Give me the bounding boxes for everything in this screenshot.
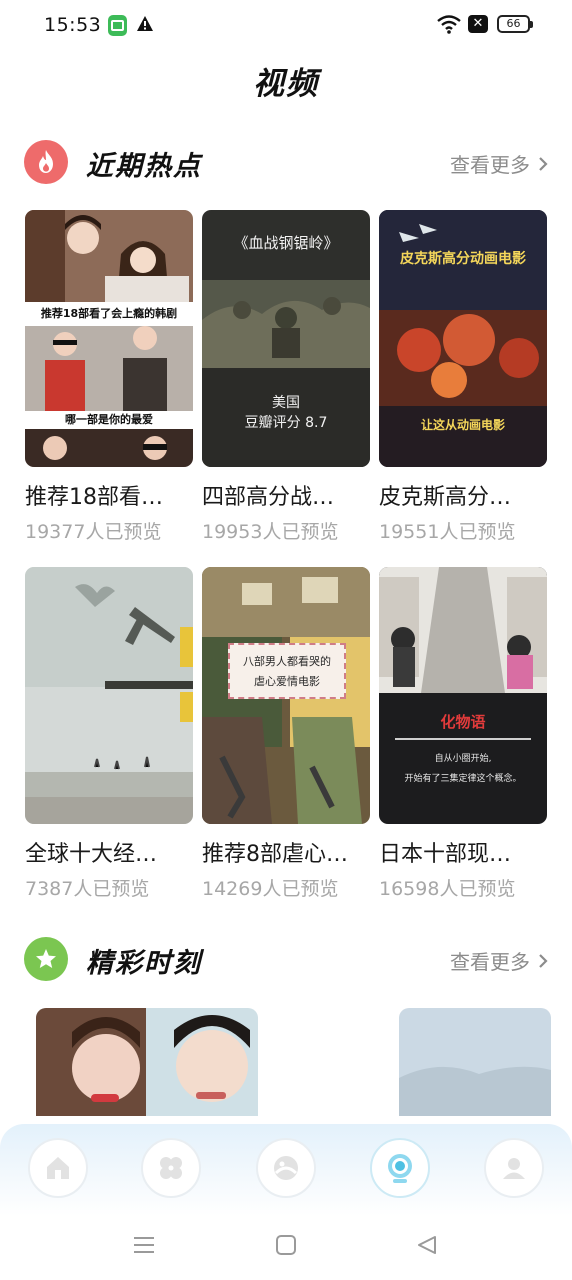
- video-thumbnail[interactable]: [25, 567, 193, 824]
- moments-more-label: 查看更多: [450, 950, 530, 974]
- video-card[interactable]: 推荐18部看了会上瘾的韩剧 哪一部是你的最爱 推荐18部看… 19377人已预览: [25, 210, 193, 544]
- video-icon: [388, 1154, 412, 1183]
- video-thumbnail[interactable]: 八部男人都看哭的 虐心爱情电影: [202, 567, 370, 824]
- fire-icon: [24, 140, 68, 184]
- menu-icon[interactable]: [133, 1234, 155, 1260]
- status-bar: 15:53 ✕ 66: [0, 0, 572, 52]
- video-views: 7387人已预览: [25, 878, 150, 900]
- thumbnail-overlay-text: 豆瓣评分 8.7: [244, 415, 328, 431]
- discover-icon: [274, 1156, 298, 1180]
- thumbnail-caption-box: 八部男人都看哭的 虐心爱情电影: [228, 643, 346, 699]
- video-card[interactable]: 化物语 自从小圈开始, 开始有了三集定律这个概念。 日本十部现… 16598人已…: [379, 567, 547, 901]
- moments-section-header: 精彩时刻 查看更多: [24, 937, 548, 983]
- nav-profile[interactable]: [484, 1138, 544, 1198]
- hot-more-label: 查看更多: [450, 153, 530, 177]
- video-thumbnail[interactable]: 化物语 自从小圈开始, 开始有了三集定律这个概念。: [379, 567, 547, 824]
- chevron-right-icon: [539, 156, 548, 171]
- battery-icon: 66: [497, 15, 533, 33]
- video-views: 14269人已预览: [202, 878, 339, 900]
- video-views: 19551人已预览: [379, 521, 516, 543]
- moment-thumbnail[interactable]: [36, 1008, 258, 1116]
- video-thumbnail[interactable]: 《血战钢锯岭》 美国 豆瓣评分 8.7: [202, 210, 370, 467]
- nav-apps[interactable]: [141, 1138, 201, 1198]
- thumbnail-overlay-text: 推荐18部看了会上瘾的韩剧: [40, 307, 178, 320]
- back-icon[interactable]: [416, 1234, 438, 1260]
- video-card[interactable]: 皮克斯高分动画电影 让这从动画电影 皮克斯高分… 19551人已预览: [379, 210, 547, 544]
- thumbnail-overlay-text: 《血战钢锯岭》: [233, 234, 339, 252]
- thumbnail-overlay-text: 让这从动画电影: [420, 418, 505, 432]
- apps-icon: [160, 1157, 182, 1179]
- nav-home[interactable]: [28, 1138, 88, 1198]
- wifi-icon: [436, 14, 462, 38]
- status-time: 15:53: [44, 14, 102, 36]
- thumbnail-overlay-text: 化物语: [440, 713, 486, 731]
- video-views: 19953人已预览: [202, 521, 339, 543]
- hot-section-title: 近期热点: [86, 151, 202, 182]
- moments-section-title: 精彩时刻: [86, 948, 202, 979]
- video-title: 四部高分战…: [202, 485, 335, 510]
- video-views: 19377人已预览: [25, 521, 162, 543]
- home-square-icon[interactable]: [275, 1234, 297, 1260]
- video-thumbnail[interactable]: 皮克斯高分动画电影 让这从动画电影: [379, 210, 547, 467]
- thumbnail-overlay-text: 哪一部是你的最爱: [65, 413, 153, 426]
- system-nav-bar: [0, 1216, 572, 1280]
- video-card[interactable]: 《血战钢锯岭》 美国 豆瓣评分 8.7 四部高分战… 19953人已预览: [202, 210, 370, 544]
- video-views: 16598人已预览: [379, 878, 516, 900]
- home-icon: [47, 1157, 69, 1179]
- thumbnail-overlay-text: 自从小圈开始,: [434, 754, 492, 764]
- app-notification-icon: [108, 15, 127, 36]
- nav-discover[interactable]: [256, 1138, 316, 1198]
- page-title: 视频: [253, 66, 319, 102]
- thumbnail-overlay-text: 美国: [272, 395, 300, 411]
- thumbnail-overlay-text: 虐心爱情电影: [254, 675, 320, 688]
- video-title: 推荐8部虐心…: [202, 842, 348, 867]
- video-title: 日本十部现…: [379, 842, 512, 867]
- hot-section-header: 近期热点 查看更多: [24, 140, 548, 186]
- nav-video[interactable]: [370, 1138, 430, 1198]
- hot-more-link[interactable]: 查看更多: [450, 149, 548, 178]
- warning-icon: [136, 15, 154, 37]
- chevron-right-icon: [539, 953, 548, 968]
- thumbnail-overlay-text: 八部男人都看哭的: [243, 655, 331, 668]
- thumbnail-overlay-text: 皮克斯高分动画电影: [400, 251, 526, 267]
- profile-icon: [503, 1158, 525, 1179]
- moment-thumbnail[interactable]: [399, 1008, 551, 1116]
- video-title: 皮克斯高分…: [379, 485, 512, 510]
- video-card[interactable]: 八部男人都看哭的 虐心爱情电影 推荐8部虐心… 14269人已预览: [202, 567, 370, 901]
- bottom-nav: [0, 1124, 572, 1216]
- video-title: 全球十大经…: [25, 842, 158, 867]
- thumbnail-overlay-text: 开始有了三集定律这个概念。: [404, 774, 522, 784]
- x-icon: ✕: [468, 15, 488, 33]
- moments-more-link[interactable]: 查看更多: [450, 946, 548, 975]
- video-card[interactable]: 全球十大经… 7387人已预览: [25, 567, 193, 901]
- video-thumbnail[interactable]: 推荐18部看了会上瘾的韩剧 哪一部是你的最爱: [25, 210, 193, 467]
- star-icon: [24, 937, 68, 981]
- video-title: 推荐18部看…: [25, 485, 163, 510]
